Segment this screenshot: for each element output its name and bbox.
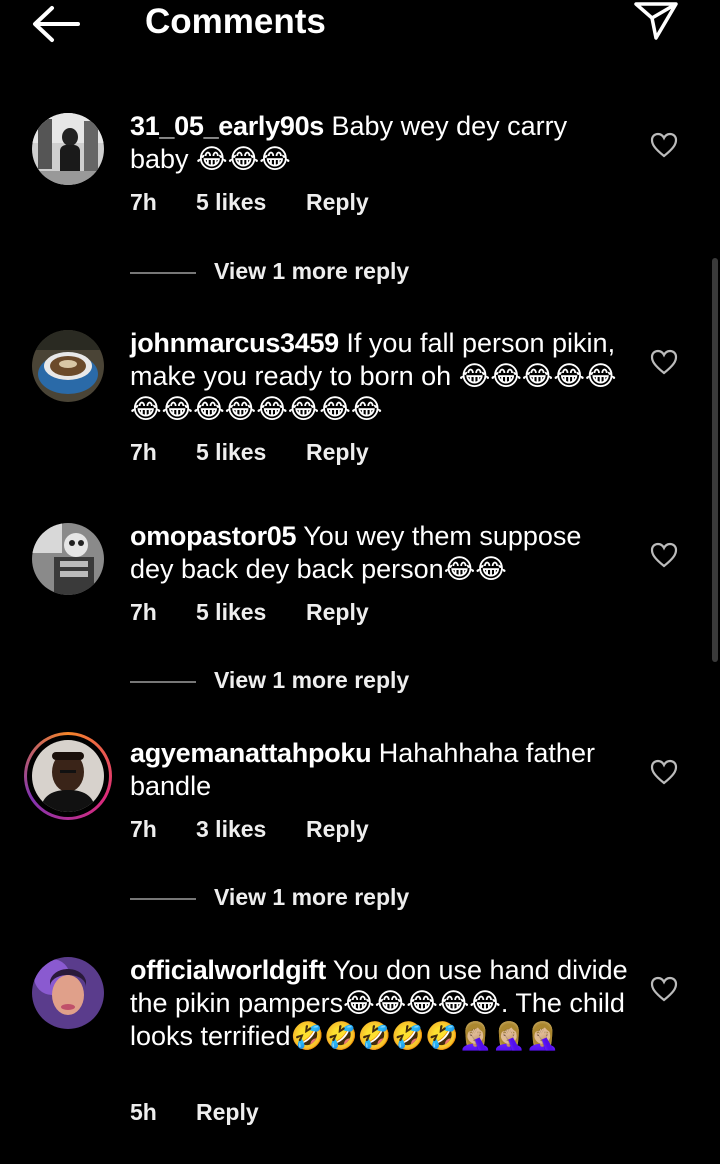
comment-username[interactable]: omopastor05 <box>130 521 297 551</box>
view-more-label: View 1 more reply <box>214 667 410 693</box>
view-more-label: View 1 more reply <box>214 258 410 284</box>
view-more-replies[interactable]: View 1 more reply <box>130 667 530 697</box>
view-more-replies[interactable]: View 1 more reply <box>130 258 530 288</box>
comment-time: 7h <box>130 599 157 625</box>
reply-button[interactable]: Reply <box>306 439 369 466</box>
divider-line <box>130 272 196 274</box>
avatar[interactable] <box>32 330 104 402</box>
scrollbar[interactable] <box>712 258 718 662</box>
comment-text: johnmarcus3459 If you fall person pikin,… <box>130 327 630 426</box>
comment-time: 7h <box>130 439 157 465</box>
comment-text: omopastor05 You wey them suppose dey bac… <box>130 520 630 586</box>
divider-line <box>130 681 196 683</box>
header-bar: Comments <box>0 0 720 48</box>
comment-meta: 7h 5 likes Reply <box>130 439 369 466</box>
avatar[interactable] <box>32 740 104 812</box>
heart-icon[interactable] <box>650 132 678 158</box>
comment-meta: 5h Reply <box>130 1099 259 1126</box>
comment-likes[interactable]: 5 likes <box>196 439 306 466</box>
heart-icon[interactable] <box>650 976 678 1002</box>
divider-line <box>130 898 196 900</box>
comment-username[interactable]: agyemanattahpoku <box>130 738 372 768</box>
comment-text: officialworldgift You don use hand divid… <box>130 954 630 1053</box>
arrow-left-icon[interactable] <box>30 4 82 44</box>
comment-text: agyemanattahpoku Hahahhaha father bandle <box>130 737 630 803</box>
comment-likes[interactable]: 3 likes <box>196 816 306 843</box>
page-title: Comments <box>145 2 326 41</box>
avatar[interactable] <box>32 113 104 185</box>
comment-time: 7h <box>130 816 157 842</box>
comment-time: 5h <box>130 1099 157 1125</box>
heart-icon[interactable] <box>650 349 678 375</box>
comment-text: 31_05_early90s Baby wey dey carry baby 😂… <box>130 110 630 176</box>
view-more-label: View 1 more reply <box>214 884 410 910</box>
avatar[interactable] <box>32 957 104 1029</box>
avatar[interactable] <box>32 523 104 595</box>
heart-icon[interactable] <box>650 542 678 568</box>
paper-plane-icon[interactable] <box>632 0 680 42</box>
reply-button[interactable]: Reply <box>306 816 369 843</box>
reply-button[interactable]: Reply <box>196 1099 259 1126</box>
comment-username[interactable]: johnmarcus3459 <box>130 328 339 358</box>
reply-button[interactable]: Reply <box>306 189 369 216</box>
comment-likes[interactable]: 5 likes <box>196 189 306 216</box>
comment-likes[interactable]: 5 likes <box>196 599 306 626</box>
comment-username[interactable]: officialworldgift <box>130 955 326 985</box>
comment-meta: 7h 5 likes Reply <box>130 189 369 216</box>
heart-icon[interactable] <box>650 759 678 785</box>
comment-username[interactable]: 31_05_early90s <box>130 111 324 141</box>
comment-meta: 7h 3 likes Reply <box>130 816 369 843</box>
reply-button[interactable]: Reply <box>306 599 369 626</box>
view-more-replies[interactable]: View 1 more reply <box>130 884 530 914</box>
comment-time: 7h <box>130 189 157 215</box>
comment-meta: 7h 5 likes Reply <box>130 599 369 626</box>
